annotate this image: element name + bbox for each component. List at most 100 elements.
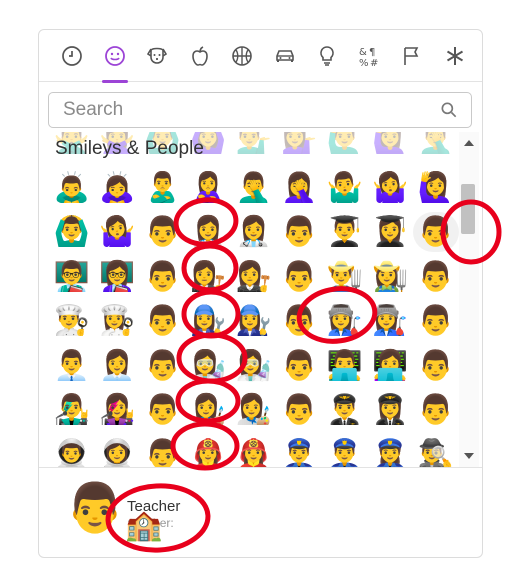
search-icon[interactable] <box>439 100 459 120</box>
scroll-up-arrow-icon[interactable] <box>464 140 474 146</box>
emoji-cell[interactable]: 👨 <box>413 301 459 341</box>
tab-recent[interactable] <box>51 30 94 82</box>
tab-animals-nature[interactable] <box>136 30 179 82</box>
emoji-cell[interactable]: 🤷‍♀️ <box>368 167 414 207</box>
emoji-cell[interactable]: 👨‍🚀 <box>49 434 95 467</box>
car-icon <box>275 50 294 62</box>
scroll-down-arrow-icon[interactable] <box>464 453 474 459</box>
scrollbar[interactable] <box>459 132 479 467</box>
emoji-cell[interactable]: 👩‍🎓 <box>368 212 414 252</box>
emoji-cell[interactable]: 👩‍🔬 <box>186 345 232 385</box>
emoji-cell[interactable]: 👩‍🚒 <box>186 434 232 467</box>
tab-symbols[interactable]: & ¶% # <box>349 30 392 82</box>
emoji-row: 👨‍🏫 👩‍🏫 👨 👩‍⚖️ 👩‍⚖️ 👨 👨‍🌾 👩‍🌾 👨 <box>49 254 459 299</box>
emoji-cell[interactable]: 👩‍⚕️ <box>186 212 232 252</box>
emoji-cell[interactable]: 👩‍🎨 <box>231 390 277 430</box>
emoji-cell[interactable]: 👨 <box>277 390 323 430</box>
emoji-cell[interactable]: 🤷‍♂️ <box>322 167 368 207</box>
emoji-cell[interactable]: 👨 <box>413 390 459 430</box>
emoji-cell[interactable]: 👩‍🏭 <box>368 301 414 341</box>
emoji-cell[interactable]: 👨‍🌾 <box>322 256 368 296</box>
emoji-cell[interactable]: 👩‍✈️ <box>368 390 414 430</box>
emoji-cell[interactable]: 🙎‍♂️ <box>140 167 186 207</box>
emoji-cell[interactable]: 👨 <box>277 256 323 296</box>
emoji-cell[interactable]: 👨‍💻 <box>322 345 368 385</box>
emoji-cell[interactable]: 👨 <box>140 256 186 296</box>
tab-travel-places[interactable] <box>264 30 307 82</box>
emoji-cell[interactable]: 👩‍🔧 <box>231 301 277 341</box>
emoji-cell[interactable]: 💁‍♀️ <box>277 132 323 158</box>
emoji-cell[interactable]: 👩‍⚕️ <box>231 212 277 252</box>
emoji-cell[interactable]: 🙆‍♂️ <box>49 212 95 252</box>
emoji-cell[interactable]: 🙎‍♀️ <box>186 167 232 207</box>
emoji-cell[interactable]: 👮‍♂️ <box>322 434 368 467</box>
emoji-cell[interactable]: 👩‍💼 <box>95 345 141 385</box>
symbols-icon: & ¶% # <box>359 47 378 68</box>
emoji-cell[interactable]: 👩‍🌾 <box>368 256 414 296</box>
emoji-cell[interactable]: 👨‍💼 <box>49 345 95 385</box>
emoji-cell[interactable]: 🙋‍♀️ <box>368 132 414 158</box>
emoji-cell[interactable]: 👩‍🚒 <box>231 434 277 467</box>
emoji-cell[interactable]: 👨‍🏫 <box>49 256 95 296</box>
emoji-cell[interactable]: 👨 <box>413 345 459 385</box>
emoji-cell[interactable]: 🤦‍♂️ <box>231 167 277 207</box>
tab-activity[interactable] <box>221 30 264 82</box>
tab-smileys-people[interactable] <box>94 30 137 83</box>
search-input[interactable] <box>61 94 439 126</box>
emoji-cell[interactable]: 👮‍♀️ <box>368 434 414 467</box>
preview-school-emoji: 🏫 <box>125 508 163 543</box>
emoji-cell[interactable]: 👨 <box>140 434 186 467</box>
emoji-cell[interactable]: 👮‍♂️ <box>277 434 323 467</box>
emoji-cell[interactable]: 👨‍🎓 <box>322 212 368 252</box>
emoji-cell[interactable]: 👩‍🚀 <box>95 434 141 467</box>
emoji-cell[interactable]: 👨 <box>413 211 459 252</box>
emoji-cell[interactable]: 👩‍🏫 <box>95 256 141 296</box>
basketball-icon <box>232 46 253 66</box>
flag-icon <box>404 47 419 65</box>
emoji-cell[interactable]: 👨 <box>140 212 186 252</box>
emoji-cell[interactable]: 👨 <box>277 212 323 252</box>
emoji-cell[interactable]: 👩‍🎤 <box>95 390 141 430</box>
emoji-cell[interactable]: 👩‍🔧 <box>186 301 232 341</box>
svg-text:%: % <box>359 58 369 68</box>
tab-flags[interactable] <box>391 30 434 82</box>
emoji-cell[interactable]: 🕵️‍♂️ <box>413 434 459 467</box>
emoji-cell[interactable]: 🤦‍♀️ <box>277 167 323 207</box>
lightbulb-icon <box>320 46 335 66</box>
emoji-cell[interactable]: 🙋‍♀️ <box>413 167 459 207</box>
emoji-row: 👨‍💼 👩‍💼 👨 👩‍🔬 👩‍🔬 👨 👨‍💻 👩‍💻 👨 <box>49 343 459 388</box>
tab-custom[interactable] <box>434 30 477 82</box>
emoji-cell[interactable]: 🤷‍♀️ <box>95 212 141 252</box>
emoji-cell[interactable]: 💁‍♂️ <box>231 132 277 158</box>
emoji-cell[interactable]: 👩‍🔬 <box>231 345 277 385</box>
emoji-cell[interactable]: 👨 <box>140 390 186 430</box>
svg-text:¶: ¶ <box>369 47 375 58</box>
emoji-cell[interactable]: 🙋‍♂️ <box>322 132 368 158</box>
emoji-grid-area: 🙅‍♂️ 🙅‍♀️ 🙆‍♂️ 🙆‍♀️ 💁‍♂️ 💁‍♀️ 🙋‍♂️ 🙋‍♀️ 🤦‍♂️ Smi… <box>39 132 482 467</box>
tab-objects[interactable] <box>306 30 349 82</box>
svg-text:&: & <box>359 47 367 58</box>
smiley-icon <box>104 46 125 66</box>
emoji-cell[interactable]: 👩‍🎨 <box>186 390 232 430</box>
scrollbar-thumb[interactable] <box>461 184 475 234</box>
emoji-cell[interactable]: 👩‍🍳 <box>95 301 141 341</box>
emoji-cell[interactable]: 👨 <box>413 256 459 296</box>
emoji-cell[interactable]: 👨‍🎤 <box>49 390 95 430</box>
tab-food-drink[interactable] <box>179 30 222 82</box>
dog-icon <box>147 47 168 64</box>
emoji-cell[interactable]: 🙇‍♂️ <box>49 167 95 207</box>
emoji-cell[interactable]: 👩‍🏭 <box>322 301 368 341</box>
emoji-row: 🙇‍♂️ 🙇‍♀️ 🙎‍♂️ 🙎‍♀️ 🤦‍♂️ 🤦‍♀️ 🤷‍♂️ 🤷‍♀️ 🙋‍♀️ <box>49 165 459 210</box>
emoji-cell[interactable]: 🙇‍♀️ <box>95 167 141 207</box>
emoji-preview: 👨 Teacher :teacher: 🏫 <box>39 467 482 558</box>
emoji-cell[interactable]: 👨‍✈️ <box>322 390 368 430</box>
emoji-cell[interactable]: 👩‍⚖️ <box>231 256 277 296</box>
emoji-cell[interactable]: 👨 <box>277 301 323 341</box>
emoji-cell[interactable]: 🤦‍♂️ <box>413 132 459 158</box>
emoji-cell[interactable]: 👨‍🍳 <box>49 301 95 341</box>
emoji-cell[interactable]: 👩‍⚖️ <box>186 256 232 296</box>
emoji-cell[interactable]: 👨 <box>140 345 186 385</box>
emoji-cell[interactable]: 👨 <box>277 345 323 385</box>
emoji-cell[interactable]: 👨 <box>140 301 186 341</box>
emoji-cell[interactable]: 👩‍💻 <box>368 345 414 385</box>
